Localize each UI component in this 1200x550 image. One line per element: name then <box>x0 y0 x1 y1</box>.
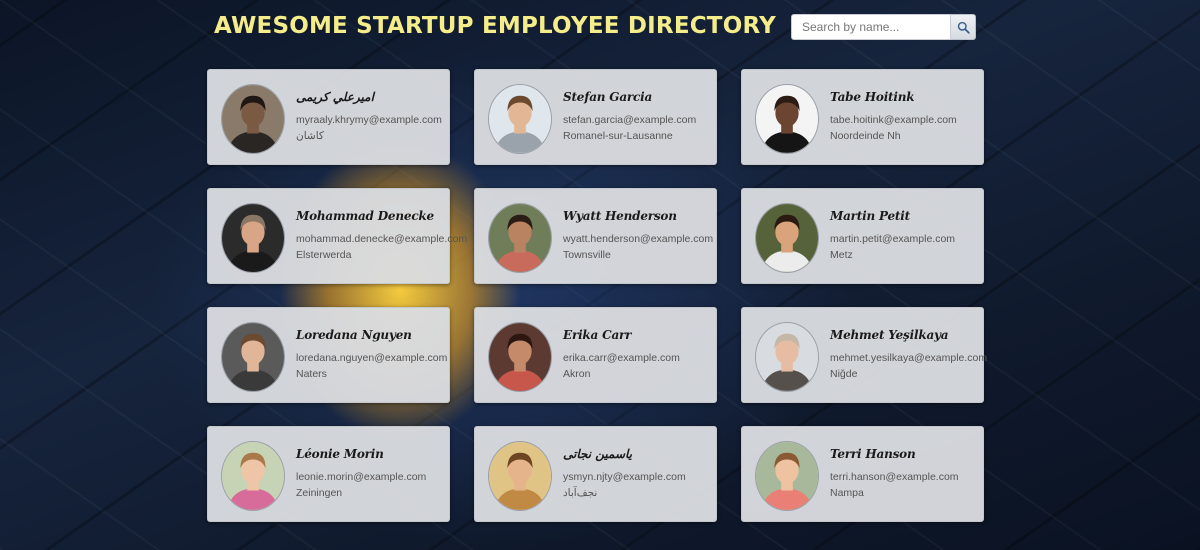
employee-city: Akron <box>563 368 591 380</box>
employee-card[interactable]: Stefan Garcia stefan.garcia@example.com … <box>474 69 717 165</box>
employee-name: Mehmet Yeşilkaya <box>830 328 949 342</box>
employee-card[interactable]: Loredana Nguyen loredana.nguyen@example.… <box>207 307 450 403</box>
avatar-photo <box>489 442 551 510</box>
employee-email: martin.petit@example.com <box>830 233 956 245</box>
employee-info: Mehmet Yeşilkaya mehmet.yesilkaya@exampl… <box>830 328 1000 380</box>
avatar-photo <box>222 323 284 391</box>
employee-email: leonie.morin@example.com <box>296 471 427 483</box>
employee-city: Zeiningen <box>296 487 343 499</box>
employee-card[interactable]: Mehmet Yeşilkaya mehmet.yesilkaya@exampl… <box>741 307 987 403</box>
employee-card[interactable]: اميرعلي كريمی myraaly.khrymy@example.com… <box>207 69 450 165</box>
avatar-photo <box>756 85 818 153</box>
avatar <box>221 322 285 392</box>
employee-email: mohammad.denecke@example.com <box>296 233 468 245</box>
employee-card[interactable]: Terri Hanson terri.hanson@example.com Na… <box>741 426 984 522</box>
employee-city: Nampa <box>830 487 864 499</box>
employee-info: Loredana Nguyen loredana.nguyen@example.… <box>296 328 466 380</box>
employee-city: Elsterwerda <box>296 249 352 261</box>
avatar-photo <box>222 442 284 510</box>
employee-name: Martin Petit <box>830 209 910 223</box>
avatar-photo <box>489 204 551 272</box>
employee-city: نجف‌آباد <box>563 487 598 499</box>
employee-info: اميرعلي كريمی myraaly.khrymy@example.com… <box>296 90 466 142</box>
employee-name: Léonie Morin <box>296 447 384 461</box>
employee-card[interactable]: Tabe Hoitink tabe.hoitink@example.com No… <box>741 69 984 165</box>
employee-name: ياسمين نجاتی <box>563 447 633 461</box>
employee-info: Erika Carr erika.carr@example.com Akron <box>563 328 733 380</box>
employee-city: Metz <box>830 249 853 261</box>
employee-name: اميرعلي كريمی <box>296 90 374 104</box>
search-input[interactable] <box>791 14 951 40</box>
employee-info: Wyatt Henderson wyatt.henderson@example.… <box>563 209 733 261</box>
employee-name: Terri Hanson <box>830 447 916 461</box>
page-title: AWESOME STARTUP EMPLOYEE DIRECTORY <box>214 13 776 39</box>
employee-name: Loredana Nguyen <box>296 328 412 342</box>
employee-email: myraaly.khrymy@example.com <box>296 114 442 126</box>
employee-email: erika.carr@example.com <box>563 352 680 364</box>
search-form <box>791 14 976 40</box>
employee-name: Erika Carr <box>563 328 632 342</box>
employee-info: Martin Petit martin.petit@example.com Me… <box>830 209 1000 261</box>
employee-email: stefan.garcia@example.com <box>563 114 697 126</box>
avatar <box>221 441 285 511</box>
avatar <box>488 322 552 392</box>
employee-grid: اميرعلي كريمی myraaly.khrymy@example.com… <box>207 69 987 522</box>
employee-email: loredana.nguyen@example.com <box>296 352 448 364</box>
employee-city: Romanel-sur-Lausanne <box>563 130 673 142</box>
employee-name: Mohammad Denecke <box>296 209 434 223</box>
employee-email: ysmyn.njty@example.com <box>563 471 686 483</box>
employee-info: Stefan Garcia stefan.garcia@example.com … <box>563 90 733 142</box>
avatar <box>755 441 819 511</box>
employee-card[interactable]: Wyatt Henderson wyatt.henderson@example.… <box>474 188 717 284</box>
employee-name: Stefan Garcia <box>563 90 653 104</box>
avatar-photo <box>222 85 284 153</box>
avatar <box>488 441 552 511</box>
employee-name: Tabe Hoitink <box>830 90 915 104</box>
employee-email: mehmet.yesilkaya@example.com <box>830 352 988 364</box>
avatar <box>755 203 819 273</box>
employee-card[interactable]: Martin Petit martin.petit@example.com Me… <box>741 188 984 284</box>
avatar <box>488 203 552 273</box>
employee-email: terri.hanson@example.com <box>830 471 959 483</box>
avatar <box>221 203 285 273</box>
avatar-photo <box>756 204 818 272</box>
employee-info: Mohammad Denecke mohammad.denecke@exampl… <box>296 209 468 261</box>
employee-city: Niğde <box>830 368 858 380</box>
avatar-photo <box>756 442 818 510</box>
employee-city: Townsville <box>563 249 611 261</box>
employee-info: Tabe Hoitink tabe.hoitink@example.com No… <box>830 90 1000 142</box>
employee-city: Noordeinde Nh <box>830 130 901 142</box>
search-icon <box>957 21 970 34</box>
avatar-photo <box>489 323 551 391</box>
avatar <box>755 84 819 154</box>
avatar-photo <box>756 323 818 391</box>
header: AWESOME STARTUP EMPLOYEE DIRECTORY <box>0 0 1200 55</box>
employee-city: Naters <box>296 368 327 380</box>
avatar <box>221 84 285 154</box>
avatar-photo <box>489 85 551 153</box>
employee-card[interactable]: ياسمين نجاتی ysmyn.njty@example.com نجف‌… <box>474 426 717 522</box>
avatar <box>488 84 552 154</box>
employee-card[interactable]: Erika Carr erika.carr@example.com Akron <box>474 307 717 403</box>
employee-name: Wyatt Henderson <box>563 209 677 223</box>
employee-card[interactable]: Léonie Morin leonie.morin@example.com Ze… <box>207 426 450 522</box>
avatar <box>755 322 819 392</box>
employee-card[interactable]: Mohammad Denecke mohammad.denecke@exampl… <box>207 188 467 284</box>
employee-email: wyatt.henderson@example.com <box>563 233 714 245</box>
employee-info: Terri Hanson terri.hanson@example.com Na… <box>830 447 1000 499</box>
employee-info: Léonie Morin leonie.morin@example.com Ze… <box>296 447 466 499</box>
avatar-photo <box>222 204 284 272</box>
employee-email: tabe.hoitink@example.com <box>830 114 957 126</box>
employee-info: ياسمين نجاتی ysmyn.njty@example.com نجف‌… <box>563 447 733 499</box>
search-button[interactable] <box>951 14 976 40</box>
employee-city: کاشان <box>296 130 324 142</box>
